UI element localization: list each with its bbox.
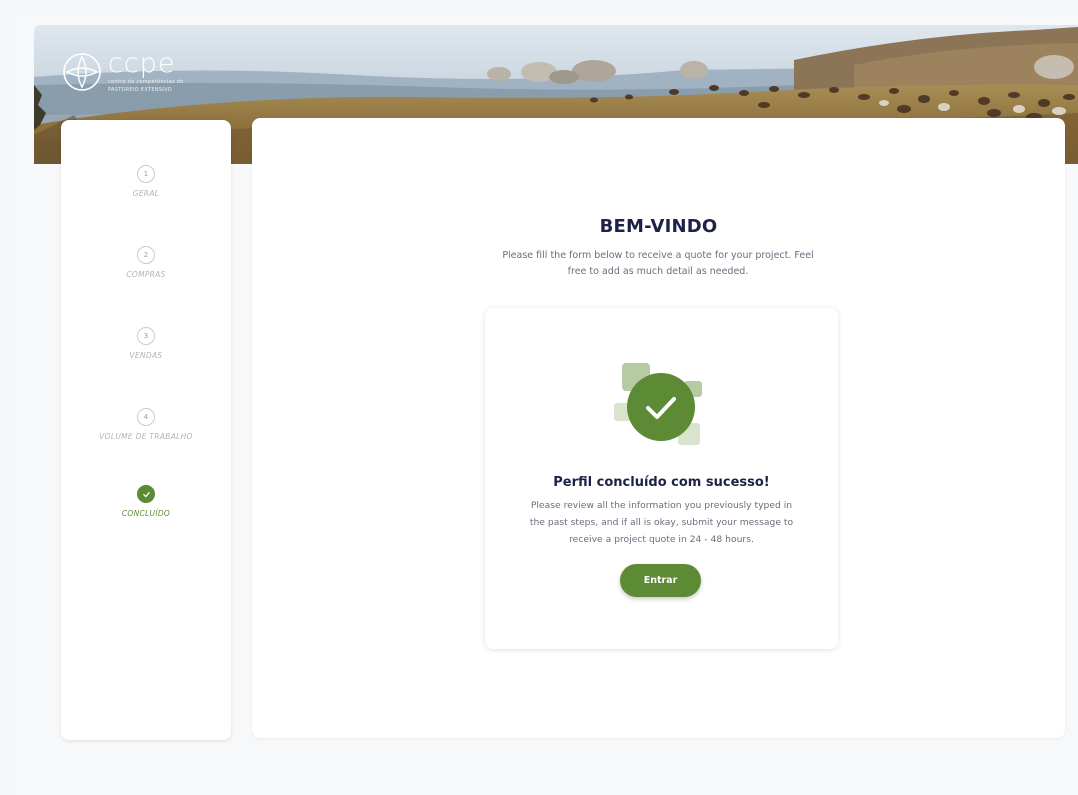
step-label: VENDAS — [129, 351, 163, 360]
page-title: BEM-VINDO — [599, 216, 718, 237]
step-done-badge — [137, 485, 155, 503]
step-label: GERAL — [132, 189, 160, 198]
success-description: Please review all the information you pr… — [529, 500, 794, 545]
step-label: CONCLUÍDO — [121, 509, 171, 518]
step-number-badge: 1 — [137, 165, 155, 183]
success-title: Perfil concluído com sucesso! — [553, 475, 770, 490]
step-label: VOLUME DE TRABALHO — [99, 432, 193, 441]
logo-wordmark: ccpe — [108, 48, 176, 79]
step-vendas[interactable]: 3 VENDAS — [61, 327, 231, 360]
step-volume-de-trabalho[interactable]: 4 VOLUME DE TRABALHO — [61, 408, 231, 441]
logo-subtitle-line2: PASTOREIO EXTENSIVO — [108, 87, 172, 93]
step-number-badge: 4 — [137, 408, 155, 426]
check-icon — [142, 491, 150, 497]
step-concluido[interactable]: CONCLUÍDO — [61, 485, 231, 518]
entrar-button[interactable]: Entrar — [620, 564, 701, 597]
step-compras[interactable]: 2 COMPRAS — [61, 246, 231, 279]
step-number-badge: 2 — [137, 246, 155, 264]
logo-mark-icon — [63, 52, 101, 91]
step-label: COMPRAS — [126, 270, 166, 279]
success-check-illustration — [614, 363, 702, 445]
success-card: Perfil concluído com sucesso! Please rev… — [485, 308, 838, 649]
steps-sidebar: 1 GERAL 2 COMPRAS 3 VENDAS 4 VOLUME DE T… — [61, 120, 231, 740]
logo-subtitle-line1: centro de competências do — [108, 79, 184, 85]
step-number-badge: 3 — [137, 327, 155, 345]
ccpe-logo[interactable]: ccpe centro de competências do PASTOREIO… — [62, 50, 184, 93]
main-panel: BEM-VINDO Please fill the form below to … — [252, 118, 1065, 738]
step-geral[interactable]: 1 GERAL — [61, 165, 231, 198]
page-description: Please fill the form below to receive a … — [502, 250, 814, 277]
